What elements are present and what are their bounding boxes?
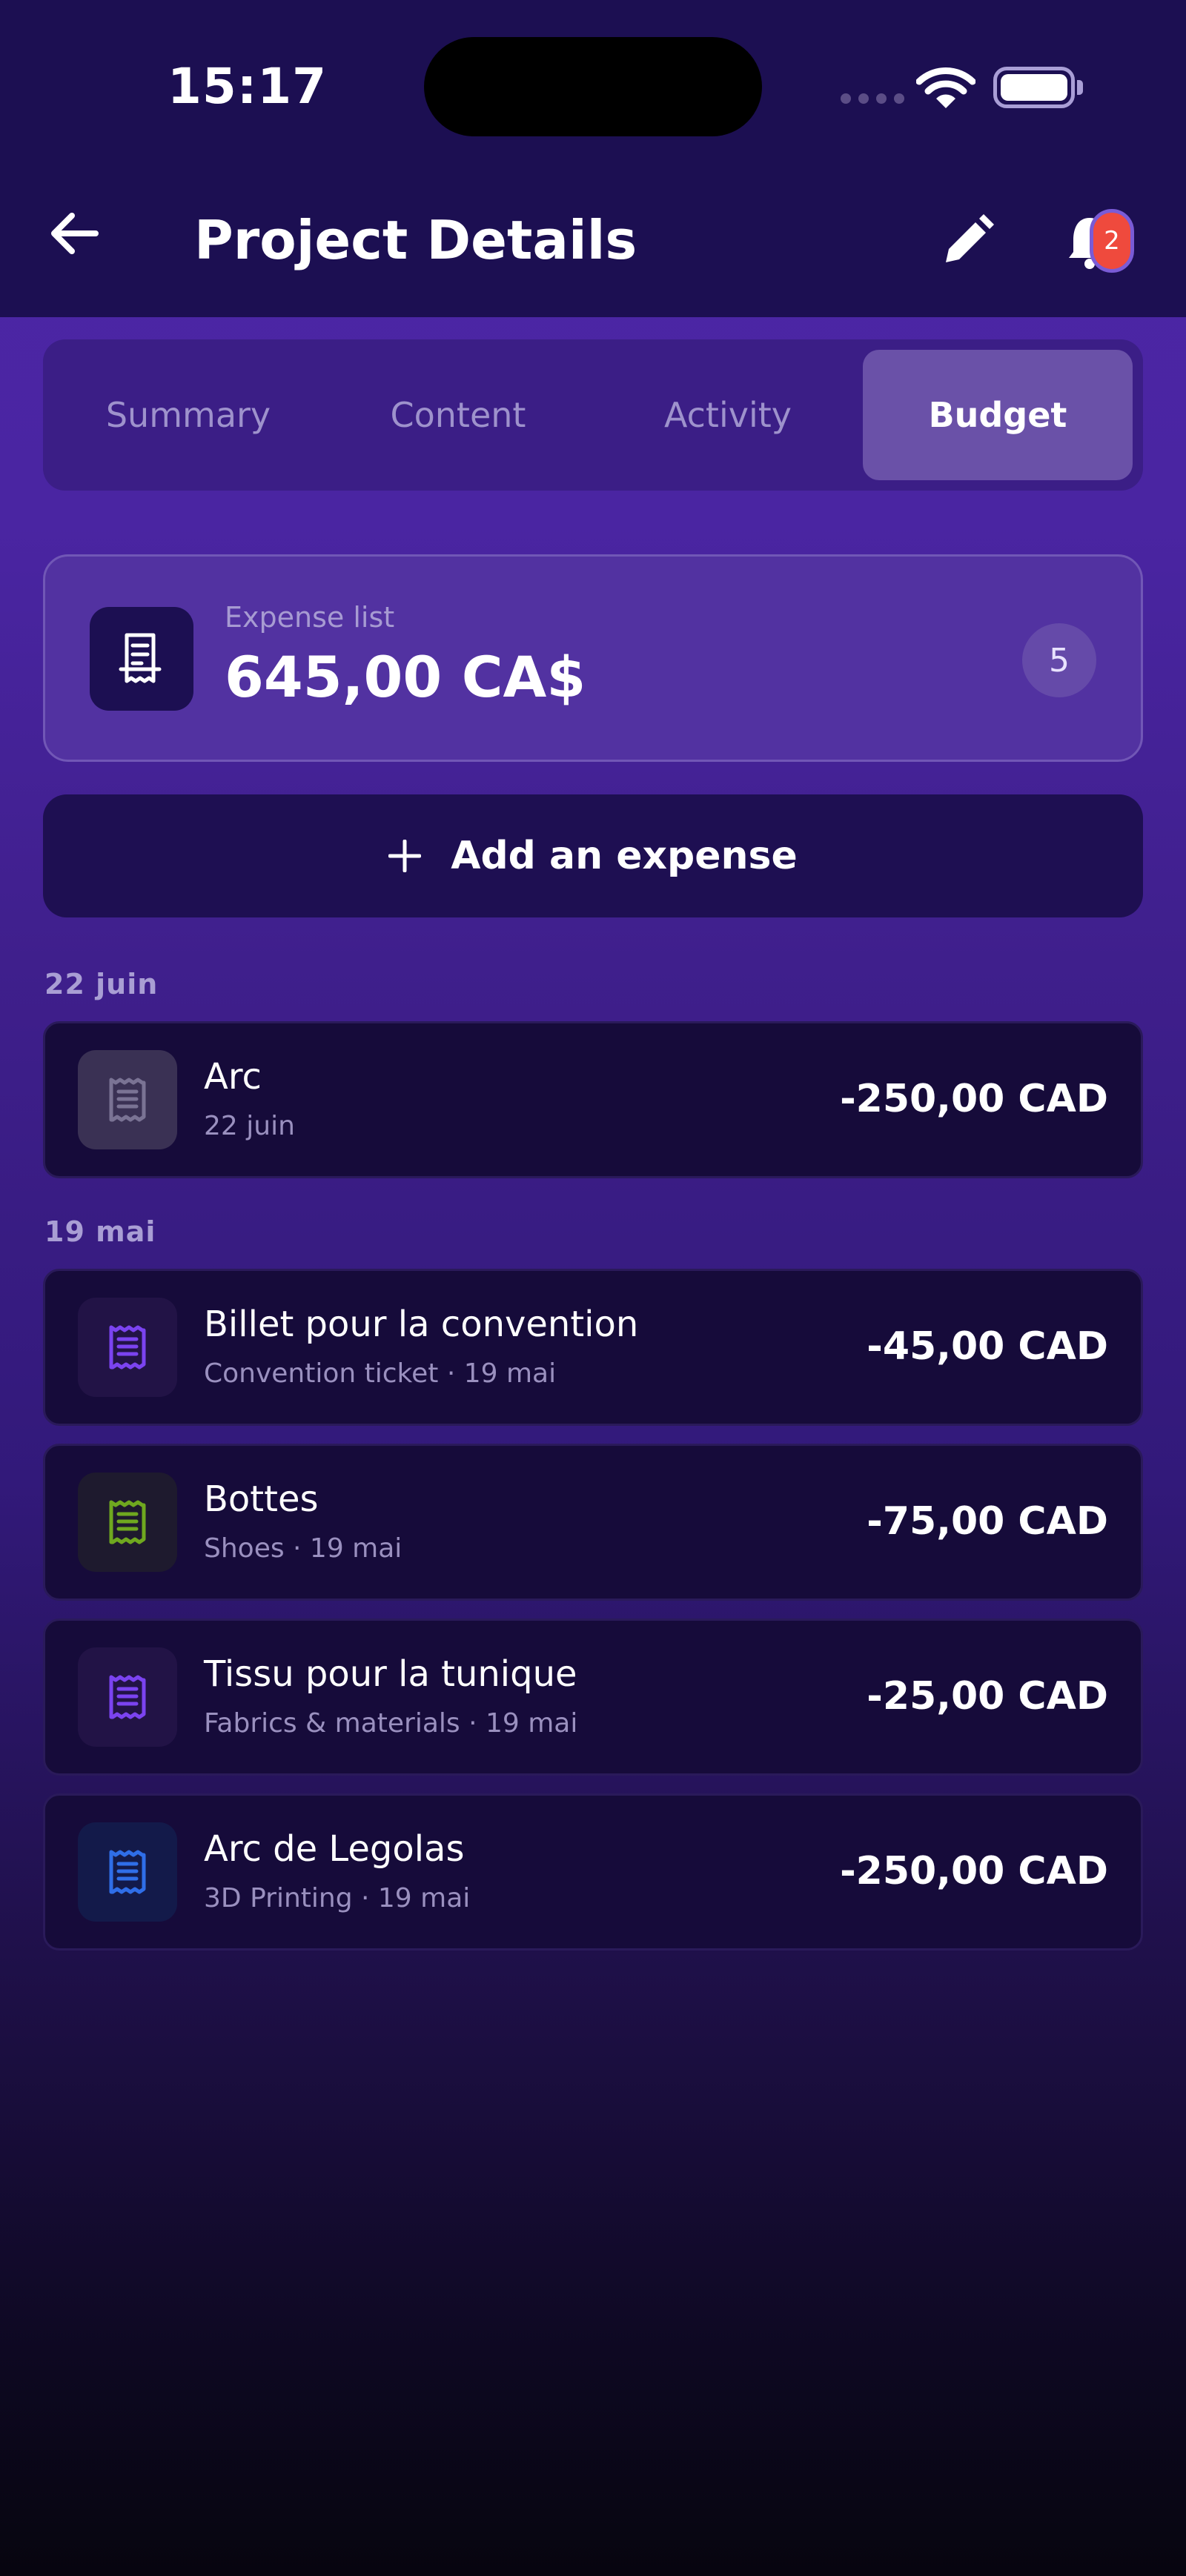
expense-title: Arc de Legolas: [204, 1828, 465, 1870]
expense-title: Billet pour la convention: [204, 1304, 639, 1345]
expense-amount: -250,00 CAD: [840, 1077, 1108, 1121]
expense-row[interactable]: Billet pour la convention Convention tic…: [43, 1269, 1143, 1426]
expense-subtitle: Fabrics & materials · 19 mai: [204, 1708, 578, 1739]
group-date-label: 22 juin: [44, 968, 159, 1000]
dynamic-island: [424, 37, 762, 136]
expense-amount: -45,00 CAD: [867, 1324, 1108, 1369]
receipt-icon: [78, 1822, 177, 1922]
arrow-left-icon: [51, 213, 99, 254]
receipt-icon: [78, 1050, 177, 1149]
receipt-icon: [78, 1647, 177, 1747]
expense-subtitle: Convention ticket · 19 mai: [204, 1358, 557, 1389]
expense-subtitle: 3D Printing · 19 mai: [204, 1883, 471, 1913]
notification-badge: 2: [1090, 209, 1134, 273]
add-expense-button[interactable]: Add an expense: [43, 794, 1143, 917]
page-title: Project Details: [194, 209, 637, 271]
status-time: 15:17: [168, 58, 328, 115]
receipt-icon: [78, 1298, 177, 1397]
expense-subtitle: 22 juin: [204, 1111, 295, 1141]
receipt-icon: [90, 607, 193, 711]
tab-budget[interactable]: Budget: [863, 350, 1133, 480]
expense-subtitle: Shoes · 19 mai: [204, 1533, 402, 1564]
wifi-icon: [916, 67, 975, 108]
expense-amount: -25,00 CAD: [867, 1674, 1108, 1719]
expense-total: 645,00 CA$: [225, 644, 586, 710]
expense-title: Bottes: [204, 1478, 319, 1520]
edit-button[interactable]: [938, 210, 998, 270]
group-date-label: 19 mai: [44, 1215, 156, 1248]
pencil-icon: [946, 214, 994, 262]
expense-row[interactable]: Bottes Shoes · 19 mai -75,00 CAD: [43, 1444, 1143, 1601]
expense-title: Tissu pour la tunique: [204, 1653, 577, 1695]
summary-label: Expense list: [225, 601, 395, 634]
battery-icon: [993, 67, 1075, 108]
app-header: 15:17 Project Details 2: [0, 0, 1186, 317]
expense-row[interactable]: Arc de Legolas 3D Printing · 19 mai -250…: [43, 1793, 1143, 1951]
tab-summary[interactable]: Summary: [53, 350, 323, 480]
add-expense-label: Add an expense: [451, 834, 798, 878]
back-button[interactable]: [44, 208, 104, 259]
plus-icon: [388, 840, 422, 872]
expense-amount: -250,00 CAD: [840, 1849, 1108, 1893]
expense-row[interactable]: Arc 22 juin -250,00 CAD: [43, 1021, 1143, 1178]
cellular-signal-icon: [841, 93, 904, 104]
expense-summary-card: Expense list 645,00 CA$ 5: [43, 554, 1143, 762]
segmented-tabs: Summary Content Activity Budget: [43, 339, 1143, 491]
expense-title: Arc: [204, 1056, 262, 1098]
expense-count-badge: 5: [1022, 623, 1096, 697]
tab-activity[interactable]: Activity: [593, 350, 863, 480]
expense-amount: -75,00 CAD: [867, 1499, 1108, 1544]
tab-content[interactable]: Content: [323, 350, 593, 480]
expense-row[interactable]: Tissu pour la tunique Fabrics & material…: [43, 1619, 1143, 1776]
receipt-icon: [78, 1473, 177, 1572]
